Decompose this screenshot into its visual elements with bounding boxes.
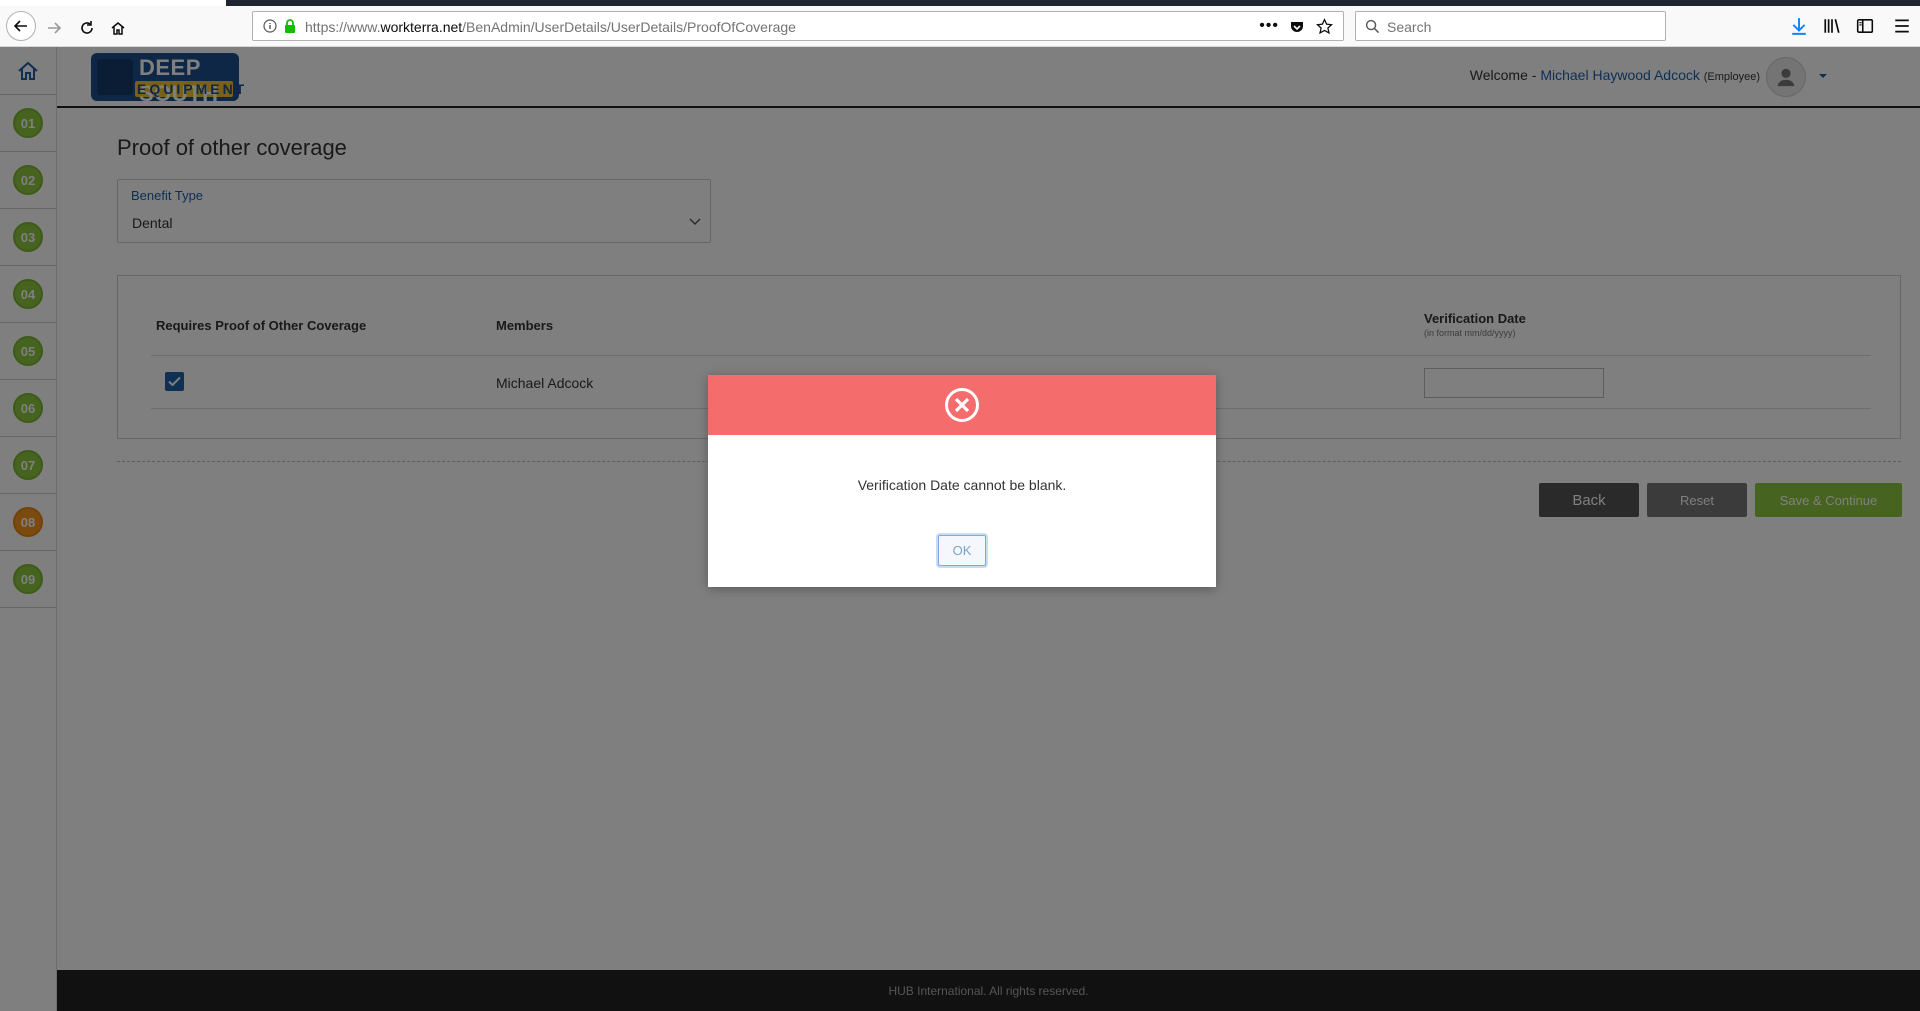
hamburger-menu-icon[interactable] (1893, 17, 1911, 35)
back-button[interactable] (6, 11, 36, 41)
page-actions-icon[interactable]: ••• (1259, 17, 1279, 35)
lock-icon (285, 19, 295, 33)
error-dialog-header (708, 375, 1216, 435)
error-dialog: Verification Date cannot be blank. OK (708, 375, 1216, 587)
search-placeholder: Search (1387, 19, 1432, 35)
ok-button[interactable]: OK (938, 535, 986, 566)
home-button[interactable] (104, 14, 132, 42)
arrow-right-icon (48, 22, 62, 34)
home-icon (111, 22, 125, 35)
url-text: https://www.workterra.net/BenAdmin/UserD… (305, 19, 796, 35)
info-icon (263, 19, 277, 33)
search-icon (1365, 19, 1380, 34)
browser-toolbar: https://www.workterra.net/BenAdmin/UserD… (0, 6, 1920, 47)
reload-button[interactable] (73, 14, 101, 42)
error-message: Verification Date cannot be blank. (857, 477, 1067, 493)
forward-button[interactable] (40, 14, 68, 42)
pocket-icon[interactable] (1289, 19, 1305, 35)
sidebar-toggle-icon[interactable] (1856, 17, 1874, 35)
download-icon[interactable] (1790, 17, 1808, 35)
url-prefix: https://www. (305, 19, 381, 35)
error-close-circle-icon (945, 388, 979, 422)
url-bar[interactable]: https://www.workterra.net/BenAdmin/UserD… (252, 11, 1344, 41)
bookmark-star-icon[interactable] (1316, 18, 1333, 35)
url-path: /BenAdmin/UserDetails/UserDetails/ProofO… (462, 19, 796, 35)
browser-search-bar[interactable]: Search (1355, 11, 1666, 41)
arrow-left-icon (13, 20, 27, 32)
url-domain: workterra.net (380, 19, 463, 35)
reload-icon (81, 21, 93, 34)
library-icon[interactable] (1823, 17, 1841, 35)
